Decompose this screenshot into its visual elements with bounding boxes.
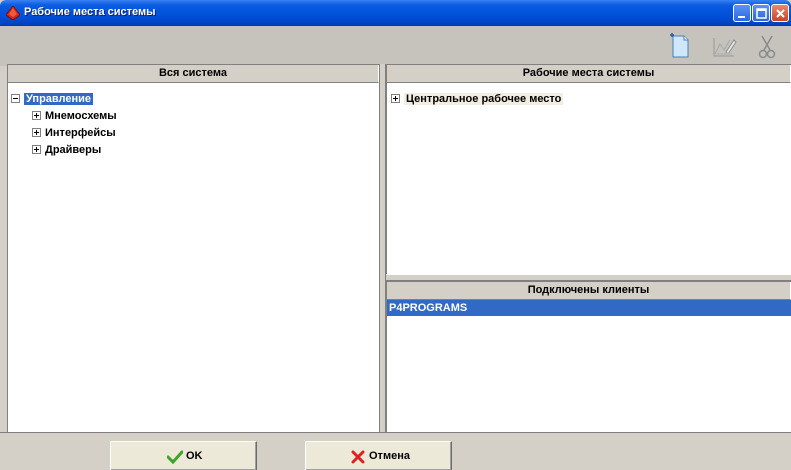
ok-button[interactable]: OK: [110, 441, 257, 470]
system-tree-header: Вся система: [8, 65, 379, 83]
cancel-label: Отмена: [369, 450, 410, 462]
tree-item-central-workplace[interactable]: Центральное рабочее место: [391, 92, 564, 108]
horizontal-splitter[interactable]: [386, 274, 791, 281]
red-diamond-icon: [5, 5, 21, 21]
ok-label: OK: [186, 450, 203, 462]
vertical-splitter[interactable]: [379, 64, 386, 432]
maximize-button[interactable]: [752, 4, 770, 22]
tree-item-interfaces[interactable]: Интерфейсы: [32, 126, 116, 142]
dialog-window: Рабочие места системы Вся система Управл…: [0, 0, 791, 470]
tree-item-label: Центральное рабочее место: [404, 93, 564, 105]
button-bar: OK Отмена: [0, 432, 791, 470]
tree-item-drivers[interactable]: Драйверы: [32, 143, 101, 159]
tree-item-label: Управление: [24, 93, 94, 105]
expand-icon[interactable]: [32, 144, 41, 154]
expand-icon[interactable]: [391, 93, 400, 103]
collapse-icon[interactable]: [11, 93, 20, 103]
workplaces-panel: Рабочие места системы Центральное рабоче…: [386, 64, 791, 274]
clients-panel: Подключены клиенты P4PROGRAMS: [386, 281, 791, 432]
tree-item-label: Мнемосхемы: [45, 110, 117, 122]
cut-button[interactable]: [754, 32, 782, 60]
tree-item-label: Интерфейсы: [45, 127, 116, 139]
tree-item-label: Драйверы: [45, 144, 102, 156]
list-item[interactable]: P4PROGRAMS: [387, 300, 791, 316]
cross-icon: [351, 450, 365, 467]
window-title: Рабочие места системы: [24, 6, 156, 18]
cancel-button[interactable]: Отмена: [305, 441, 452, 470]
new-document-button[interactable]: [666, 32, 694, 60]
workplaces-header: Рабочие места системы: [387, 65, 791, 83]
expand-icon[interactable]: [32, 110, 41, 120]
clients-header: Подключены клиенты: [387, 282, 791, 300]
tree-item-mnemoschemes[interactable]: Мнемосхемы: [32, 109, 117, 125]
edit-button[interactable]: [710, 32, 738, 60]
toolbar: [0, 26, 791, 66]
tree-item-root[interactable]: Управление: [11, 92, 94, 108]
system-tree-panel: Вся система Управление Мнемосхемы Интерф…: [7, 64, 379, 432]
cut-icon: [754, 35, 782, 63]
edit-icon: [710, 38, 738, 63]
minimize-button[interactable]: [733, 4, 751, 22]
title-bar[interactable]: Рабочие места системы: [0, 0, 791, 26]
new-document-icon: [666, 33, 694, 63]
checkmark-icon: [166, 450, 184, 467]
close-button[interactable]: [771, 4, 789, 22]
expand-icon[interactable]: [32, 127, 41, 137]
